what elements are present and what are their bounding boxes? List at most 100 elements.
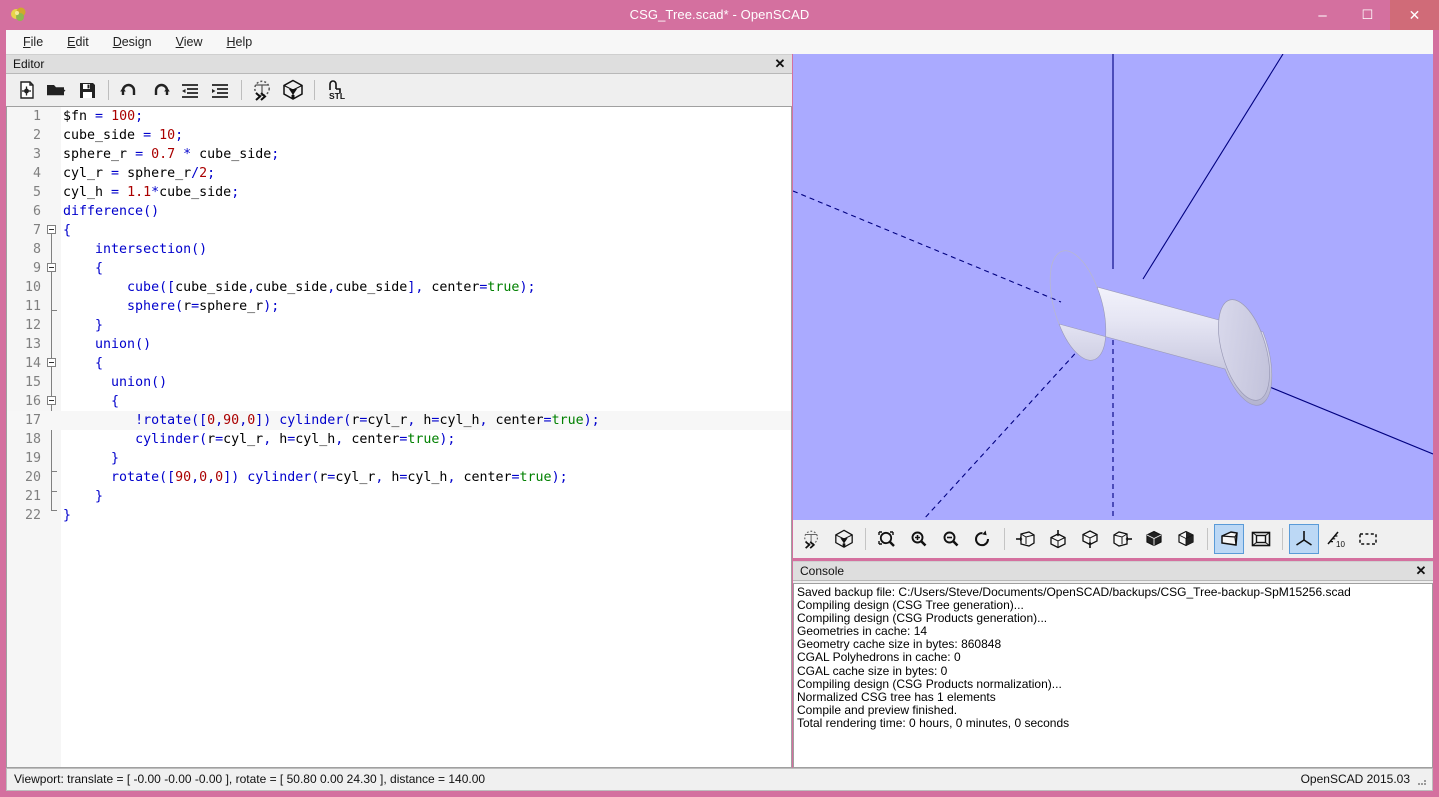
view-bottom-icon[interactable] [1075,524,1105,554]
viewer-toolbar-separator-1 [865,528,866,550]
console-close-icon[interactable]: ✕ [1413,563,1429,579]
perspective-icon[interactable] [1214,524,1244,554]
save-file-icon[interactable] [72,76,102,104]
view-top-icon[interactable] [1043,524,1073,554]
zoom-out-icon[interactable] [936,524,966,554]
line-number: 1 [7,107,41,126]
view-back-icon[interactable] [1171,524,1201,554]
preview-icon[interactable] [797,524,827,554]
line-number: 15 [7,373,41,392]
code-line[interactable]: 5cyl_h = 1.1*cube_side; [7,183,791,202]
unindent-icon[interactable] [175,76,205,104]
toolbar-separator-2 [241,80,242,100]
line-number: 16 [7,392,41,411]
render-icon[interactable] [829,524,859,554]
window-title: CSG_Tree.scad* - OpenSCAD [0,0,1439,30]
svg-text:STL: STL [329,91,345,101]
code-line[interactable]: 10 cube([cube_side,cube_side,cube_side],… [7,278,791,297]
menu-design[interactable]: Design [104,33,162,51]
console-line: Compiling design (CSG Products normaliza… [797,678,1429,691]
menu-view[interactable]: View [167,33,213,51]
code-line[interactable]: 17 !rotate([0,90,0]) cylinder(r=cyl_r, h… [7,411,791,430]
code-text: sphere_r = 0.7 * cube_side; [63,145,279,164]
code-text: $fn = 100; [63,107,143,126]
preview-icon[interactable] [248,76,278,104]
code-editor[interactable]: 1 $fn = 100;2cube_side = 10;3sphere_r = 0… [6,106,792,768]
orthogonal-icon[interactable] [1246,524,1276,554]
indent-icon[interactable] [205,76,235,104]
view-right-icon[interactable] [1011,524,1041,554]
console-line: Compile and preview finished. [797,704,1429,717]
line-number: 18 [7,430,41,449]
console-line: Normalized CSG tree has 1 elements [797,691,1429,704]
code-line[interactable]: 20 rotate([90,0,0]) cylinder(r=cyl_r, h=… [7,468,791,487]
code-inner: 1 $fn = 100;2cube_side = 10;3sphere_r = 0… [7,107,791,525]
line-number: 4 [7,164,41,183]
view-front-icon[interactable] [1139,524,1169,554]
redo-icon[interactable] [145,76,175,104]
code-line[interactable]: 16 { [7,392,791,411]
resize-grip-icon[interactable] [1416,775,1428,787]
console-line: CGAL cache size in bytes: 0 [797,665,1429,678]
line-number: 12 [7,316,41,335]
zoom-fit-icon[interactable] [872,524,902,554]
new-file-icon[interactable] [12,76,42,104]
reset-view-icon[interactable] [968,524,998,554]
menu-help[interactable]: Help [218,33,263,51]
code-line[interactable]: 6difference() [7,202,791,221]
code-text: union() [63,335,151,354]
3d-viewport[interactable]: z y x [793,54,1433,520]
console-output[interactable]: Saved backup file: C:/Users/Steve/Docume… [793,583,1433,768]
show-edges-icon[interactable] [1353,524,1383,554]
code-line[interactable]: 13 union() [7,335,791,354]
code-line[interactable]: 12 } [7,316,791,335]
menu-file[interactable]: File [14,33,53,51]
code-line[interactable]: 15 union() [7,373,791,392]
render-icon[interactable] [278,76,308,104]
close-button[interactable]: ✕ [1390,0,1439,30]
menu-edit[interactable]: Edit [58,33,99,51]
maximize-button[interactable]: ☐ [1345,0,1390,30]
title-bar: CSG_Tree.scad* - OpenSCAD – ☐ ✕ [0,0,1439,30]
zoom-in-icon[interactable] [904,524,934,554]
code-line[interactable]: 18 cylinder(r=cyl_r, h=cyl_h, center=tru… [7,430,791,449]
editor-close-icon[interactable]: ✕ [772,56,788,72]
code-line[interactable]: 21 } [7,487,791,506]
code-line[interactable]: 7{ [7,221,791,240]
window-controls: – ☐ ✕ [1300,0,1439,30]
undo-icon[interactable] [115,76,145,104]
view-left-icon[interactable] [1107,524,1137,554]
console-panel: Console ✕ Saved backup file: C:/Users/St… [793,561,1433,768]
code-line[interactable]: 14 { [7,354,791,373]
code-text: cube([cube_side,cube_side,cube_side], ce… [63,278,535,297]
code-text: } [63,449,119,468]
3d-scene: z y x [793,54,1433,520]
code-text: difference() [63,202,159,221]
code-line[interactable]: 3sphere_r = 0.7 * cube_side; [7,145,791,164]
line-number: 14 [7,354,41,373]
code-line[interactable]: 9 { [7,259,791,278]
code-text: cube_side = 10; [63,126,183,145]
export-stl-icon[interactable]: STL [321,76,351,104]
line-number: 8 [7,240,41,259]
line-number: 10 [7,278,41,297]
code-text: cyl_h = 1.1*cube_side; [63,183,239,202]
code-text: { [63,354,103,373]
menu-file-rest: ile [31,35,44,49]
code-line[interactable]: 8 intersection() [7,240,791,259]
show-axes-icon[interactable] [1289,524,1319,554]
code-line[interactable]: 22} [7,506,791,525]
code-text: { [63,392,119,411]
code-line[interactable]: 4cyl_r = sphere_r/2; [7,164,791,183]
code-line[interactable]: 2cube_side = 10; [7,126,791,145]
code-line[interactable]: 19 } [7,449,791,468]
viewer-toolbar: 10 [793,520,1433,558]
line-number: 17 [7,411,41,430]
code-line[interactable]: 11 sphere(r=sphere_r); [7,297,791,316]
code-text: } [63,506,71,525]
open-file-icon[interactable] [42,76,72,104]
show-scale-markers-icon[interactable]: 10 [1321,524,1351,554]
code-line[interactable]: 1 $fn = 100; [7,107,791,126]
toolbar-separator-3 [314,80,315,100]
viewer-toolbar-separator-2 [1004,528,1005,550]
